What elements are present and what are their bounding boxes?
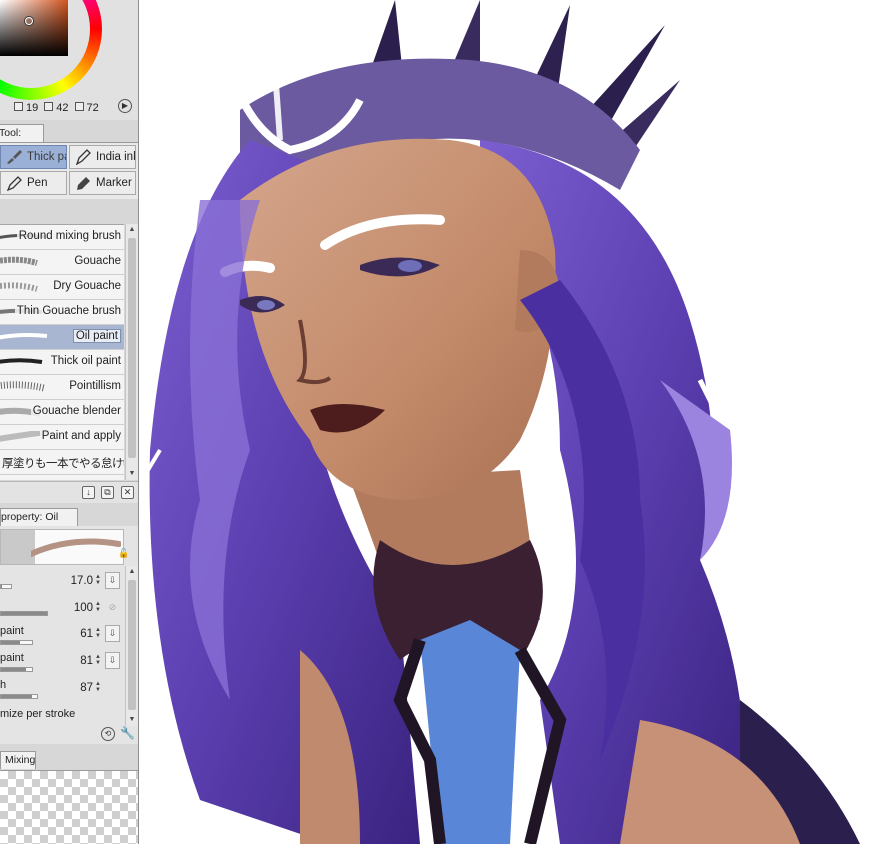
opacity-slider[interactable] [0,611,48,616]
color-stretch-slider[interactable] [0,694,38,699]
brush-list-footer: ↓ ⧉ ✕ [0,481,138,503]
v-value: 72 [74,102,99,114]
density-of-paint-row: paint 81 ▲ ▼ ⇩ [0,652,124,678]
list-item[interactable]: Dry Gouache [0,275,124,300]
h-value: 19 [14,102,38,114]
scroll-up-icon[interactable]: ▲ [126,224,138,236]
list-item[interactable]: Paint and apply [0,425,124,450]
color-mode-toggle-icon[interactable]: ▶ [118,99,132,113]
subtool-pen-button[interactable]: Pen [0,171,67,195]
brush-stroke-preview-icon [0,358,43,364]
amount-of-paint-row: paint 61 ▲ ▼ ⇩ [0,625,124,651]
list-item[interactable]: Pointillism [0,375,124,400]
color-stretch-row: h 87 ▲ ▼ [0,679,124,705]
tool-property-panel: 🔓 17.0 ▲ ▼ ⇩ 100 ▲ ▼ ⊘ paint 61 ▲ ▼ ⇩ paint… [0,526,138,744]
opacity-row: 100 ▲ ▼ ⊘ [0,599,124,625]
brush-stroke-preview-icon [0,282,38,292]
lock-icon[interactable]: 🔓 [118,548,129,559]
list-item[interactable]: Gouache [0,250,124,275]
property-scrollbar[interactable]: ▲ ▼ [125,566,138,726]
density-of-paint-slider[interactable] [0,667,33,672]
brush-stroke-preview-icon [0,381,45,392]
pen-icon [6,176,22,191]
pressure-settings-icon[interactable]: ⇩ [105,652,120,669]
subtool-india-ink-button[interactable]: India ink [69,145,136,169]
mixing-palette-area[interactable] [0,770,138,844]
saturation-value-square[interactable] [0,0,68,56]
s-icon [44,102,54,111]
tool-property-tab[interactable]: property: Oil paint [0,508,78,540]
artwork-painting [146,0,860,844]
list-item-selected[interactable]: Oil paint [0,325,124,350]
brush-stroke-preview-icon [31,538,121,557]
brush-list-scrollbar[interactable]: ▲ ▼ [125,224,138,480]
wrench-icon[interactable]: 🔧 [120,727,135,741]
color-wheel-panel: 19 42 72 ▶ [0,0,138,120]
scroll-down-icon[interactable]: ▼ [126,714,138,726]
spin-icon[interactable]: ▲ ▼ [94,681,102,693]
list-item[interactable]: 厚塗りも一本でやる怠けt [0,450,124,475]
drawing-canvas[interactable] [140,0,870,844]
marker-icon [77,177,90,190]
pressure-settings-icon[interactable]: ⇩ [105,572,120,589]
brush-preview [0,529,124,565]
brush-stroke-preview-icon [0,256,38,266]
subtool-panel-tab[interactable]: Tool: Brush [0,124,44,156]
hsv-readout: 19 42 72 [14,102,99,114]
opacity-settings-icon: ⊘ [108,602,117,612]
h-icon [14,102,23,111]
s-value: 42 [44,102,69,114]
list-item[interactable]: Gouache blender [0,400,124,425]
color-picker-cursor[interactable] [25,17,33,25]
spin-icon[interactable]: ▲ ▼ [94,574,102,586]
brush-stroke-preview-icon [0,333,48,340]
amount-of-paint-slider[interactable] [0,640,33,645]
reset-icon[interactable]: ⟲ [101,727,115,741]
import-icon[interactable]: ↓ [82,486,95,499]
subtool-thick-paint-button[interactable]: Thick pa [0,145,67,169]
pressure-settings-icon[interactable]: ⇩ [105,625,120,642]
v-icon [74,102,84,111]
subtool-marker-button[interactable]: Marker [69,171,136,195]
spin-icon[interactable]: ▲ ▼ [94,654,102,666]
brush-list: Round mixing brush Gouache Dry Gouache T… [0,224,124,480]
trash-icon[interactable]: ✕ [121,486,134,499]
list-item[interactable]: Thick oil paint [0,350,124,375]
scroll-down-icon[interactable]: ▼ [126,468,138,480]
spin-icon[interactable]: ▲ ▼ [94,627,102,639]
spin-icon[interactable]: ▲ ▼ [94,601,102,613]
left-tool-panel: 19 42 72 ▶ Tool: Brush Thick pa India in… [0,0,139,844]
scroll-up-icon[interactable]: ▲ [126,566,138,578]
brush-size-slider[interactable] [0,584,12,589]
list-item[interactable]: Round mixing brush [0,225,124,250]
thick-paint-brush-icon [7,150,22,164]
india-ink-icon [75,149,91,165]
subtool-group-grid: Thick pa India ink Pen Marker [0,143,138,199]
duplicate-icon[interactable]: ⧉ [101,486,114,499]
optimize-per-stroke-label: mize per stroke [0,708,76,720]
list-item[interactable]: Thin Gouache brush [0,300,124,325]
brush-size-row: 17.0 ▲ ▼ ⇩ [0,572,124,598]
mixing-tab[interactable]: Mixing [0,751,36,769]
